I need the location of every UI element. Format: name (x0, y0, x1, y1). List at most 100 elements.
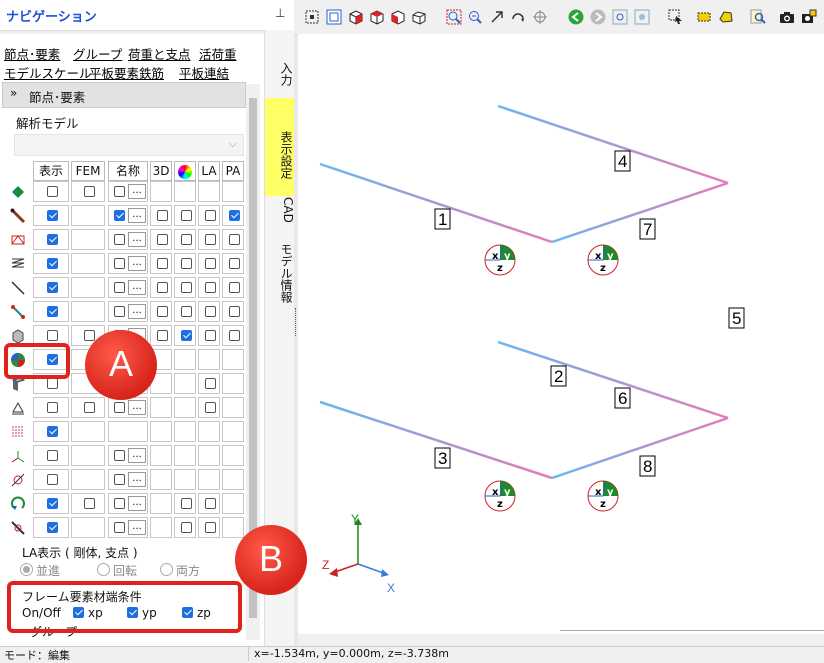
tab-model-info[interactable]: モデル情報 (265, 238, 295, 308)
zoom-out-icon[interactable] (467, 9, 483, 25)
checkbox-disp-rigid[interactable] (47, 474, 58, 485)
checkbox-color-cable[interactable] (181, 282, 192, 293)
select-all-icon[interactable] (304, 9, 320, 25)
checkbox-disp-solid[interactable] (47, 330, 58, 341)
zoom-previous-icon[interactable] (612, 9, 628, 25)
checkbox-threed-solid[interactable] (157, 330, 168, 341)
checkbox-pa-truss[interactable] (229, 234, 240, 245)
checkbox-la-solid[interactable] (205, 330, 216, 341)
checkbox-name-node[interactable] (114, 186, 125, 197)
checkbox-threed-frame-element[interactable] (157, 210, 168, 221)
checkbox-la-truss[interactable] (205, 234, 216, 245)
checkbox-disp-release[interactable] (47, 522, 58, 533)
menu-link-nodes[interactable]: 節点･要素 (4, 44, 60, 63)
menu-link-plate-link[interactable]: 平板連結 (179, 63, 229, 82)
name-settings-button[interactable]: ... (128, 256, 146, 271)
forward-icon[interactable] (590, 9, 606, 25)
menu-link-live-load[interactable]: 活荷重 (199, 44, 237, 63)
checkbox-disp-support[interactable] (47, 402, 58, 413)
checkbox-name-truss[interactable] (114, 234, 125, 245)
checkbox-la-spring[interactable] (205, 258, 216, 269)
pin-icon[interactable]: ⊥ (275, 6, 285, 20)
name-settings-button[interactable]: ... (128, 520, 146, 535)
checkbox-la-release[interactable] (205, 522, 216, 533)
pan-arrow-icon[interactable] (489, 9, 505, 25)
checkbox-pa-cable[interactable] (229, 282, 240, 293)
zoom-window-icon[interactable] (446, 9, 462, 25)
checkbox-name-cable[interactable] (114, 282, 125, 293)
checkbox-pa-link[interactable] (229, 306, 240, 317)
model-canvas[interactable]: 1 2 3 4 5 6 7 8 xyzxyzxyzxyz Y X Z (298, 34, 824, 634)
tab-display-settings[interactable]: 表示設定 (265, 98, 295, 196)
name-settings-button[interactable]: ... (128, 496, 146, 511)
cube-iso-icon[interactable] (411, 9, 427, 25)
checkbox-la-rotation[interactable] (205, 498, 216, 509)
checkbox-name-release[interactable] (114, 522, 125, 533)
radio-rotation[interactable] (97, 563, 110, 576)
name-settings-button[interactable]: ... (128, 280, 146, 295)
checkbox-disp-node[interactable] (47, 186, 58, 197)
checkbox-color-truss[interactable] (181, 234, 192, 245)
collapse-chevron-icon[interactable]: » (10, 86, 17, 100)
menu-link-group[interactable]: グループ (73, 44, 122, 63)
polygon-select-icon[interactable] (718, 9, 734, 25)
checkbox-name-rigid[interactable] (114, 474, 125, 485)
name-settings-button[interactable]: ... (128, 472, 146, 487)
checkbox-color-release[interactable] (181, 522, 192, 533)
checkbox-color-link[interactable] (181, 306, 192, 317)
checkbox-threed-truss[interactable] (157, 234, 168, 245)
section-header[interactable]: » 節点･要素 (2, 82, 246, 108)
checkbox-fem-node[interactable] (84, 186, 95, 197)
capture-icon[interactable] (801, 9, 817, 25)
checkbox-name-link[interactable] (114, 306, 125, 317)
checkbox-disp-axis[interactable] (47, 450, 58, 461)
checkbox-color-rotation[interactable] (181, 498, 192, 509)
name-settings-button[interactable]: ... (128, 208, 146, 223)
cube-side-icon[interactable] (390, 9, 406, 25)
checkbox-pa-solid[interactable] (229, 330, 240, 341)
tab-cad[interactable]: CAD (265, 190, 295, 230)
checkbox-name-rotation[interactable] (114, 498, 125, 509)
checkbox-color-spring[interactable] (181, 258, 192, 269)
member-4[interactable] (497, 104, 729, 185)
checkbox-fem-solid[interactable] (84, 330, 95, 341)
checkbox-pa-spring[interactable] (229, 258, 240, 269)
back-icon[interactable] (568, 9, 584, 25)
menu-link-plate-rebar[interactable]: 平板要素鉄筋 (89, 63, 164, 82)
crosshair-icon[interactable] (532, 9, 548, 25)
checkbox-fem-support[interactable] (84, 402, 95, 413)
checkbox-disp-spring[interactable] (47, 258, 58, 269)
checkbox-la-support[interactable] (205, 402, 216, 413)
name-settings-button[interactable]: ... (128, 400, 146, 415)
checkbox-disp-plate[interactable] (47, 378, 58, 389)
checkbox-disp-rotation[interactable] (47, 498, 58, 509)
checkbox-name-axis[interactable] (114, 450, 125, 461)
checkbox-disp-link[interactable] (47, 306, 58, 317)
camera-icon[interactable] (779, 9, 795, 25)
checkbox-color-solid[interactable] (181, 330, 192, 341)
checkbox-name-support[interactable] (114, 402, 125, 413)
tab-input[interactable]: 入力 (265, 54, 295, 94)
menu-link-model-scale[interactable]: モデルスケール (4, 63, 92, 82)
checkbox-name-spring[interactable] (114, 258, 125, 269)
zoom-next-icon[interactable] (634, 9, 650, 25)
name-settings-button[interactable]: ... (128, 304, 146, 319)
find-icon[interactable] (750, 9, 766, 25)
checkbox-disp-truss[interactable] (47, 234, 58, 245)
fit-view-icon[interactable] (326, 9, 342, 25)
name-settings-button[interactable]: ... (128, 184, 146, 199)
radio-both[interactable] (160, 563, 173, 576)
checkbox-la-cable[interactable] (205, 282, 216, 293)
checkbox-pa-frame-element[interactable] (229, 210, 240, 221)
checkbox-disp-frame-element[interactable] (47, 210, 58, 221)
member-1[interactable] (319, 162, 553, 244)
analysis-model-select[interactable]: ⌵ (14, 134, 244, 156)
checkbox-disp-cable[interactable] (47, 282, 58, 293)
checkbox-la-link[interactable] (205, 306, 216, 317)
checkbox-la-plate[interactable] (205, 378, 216, 389)
checkbox-color-frame-element[interactable] (181, 210, 192, 221)
radio-translation[interactable] (20, 563, 33, 576)
name-settings-button[interactable]: ... (128, 448, 146, 463)
checkbox-la-frame-element[interactable] (205, 210, 216, 221)
select-cursor-icon[interactable] (668, 9, 684, 25)
